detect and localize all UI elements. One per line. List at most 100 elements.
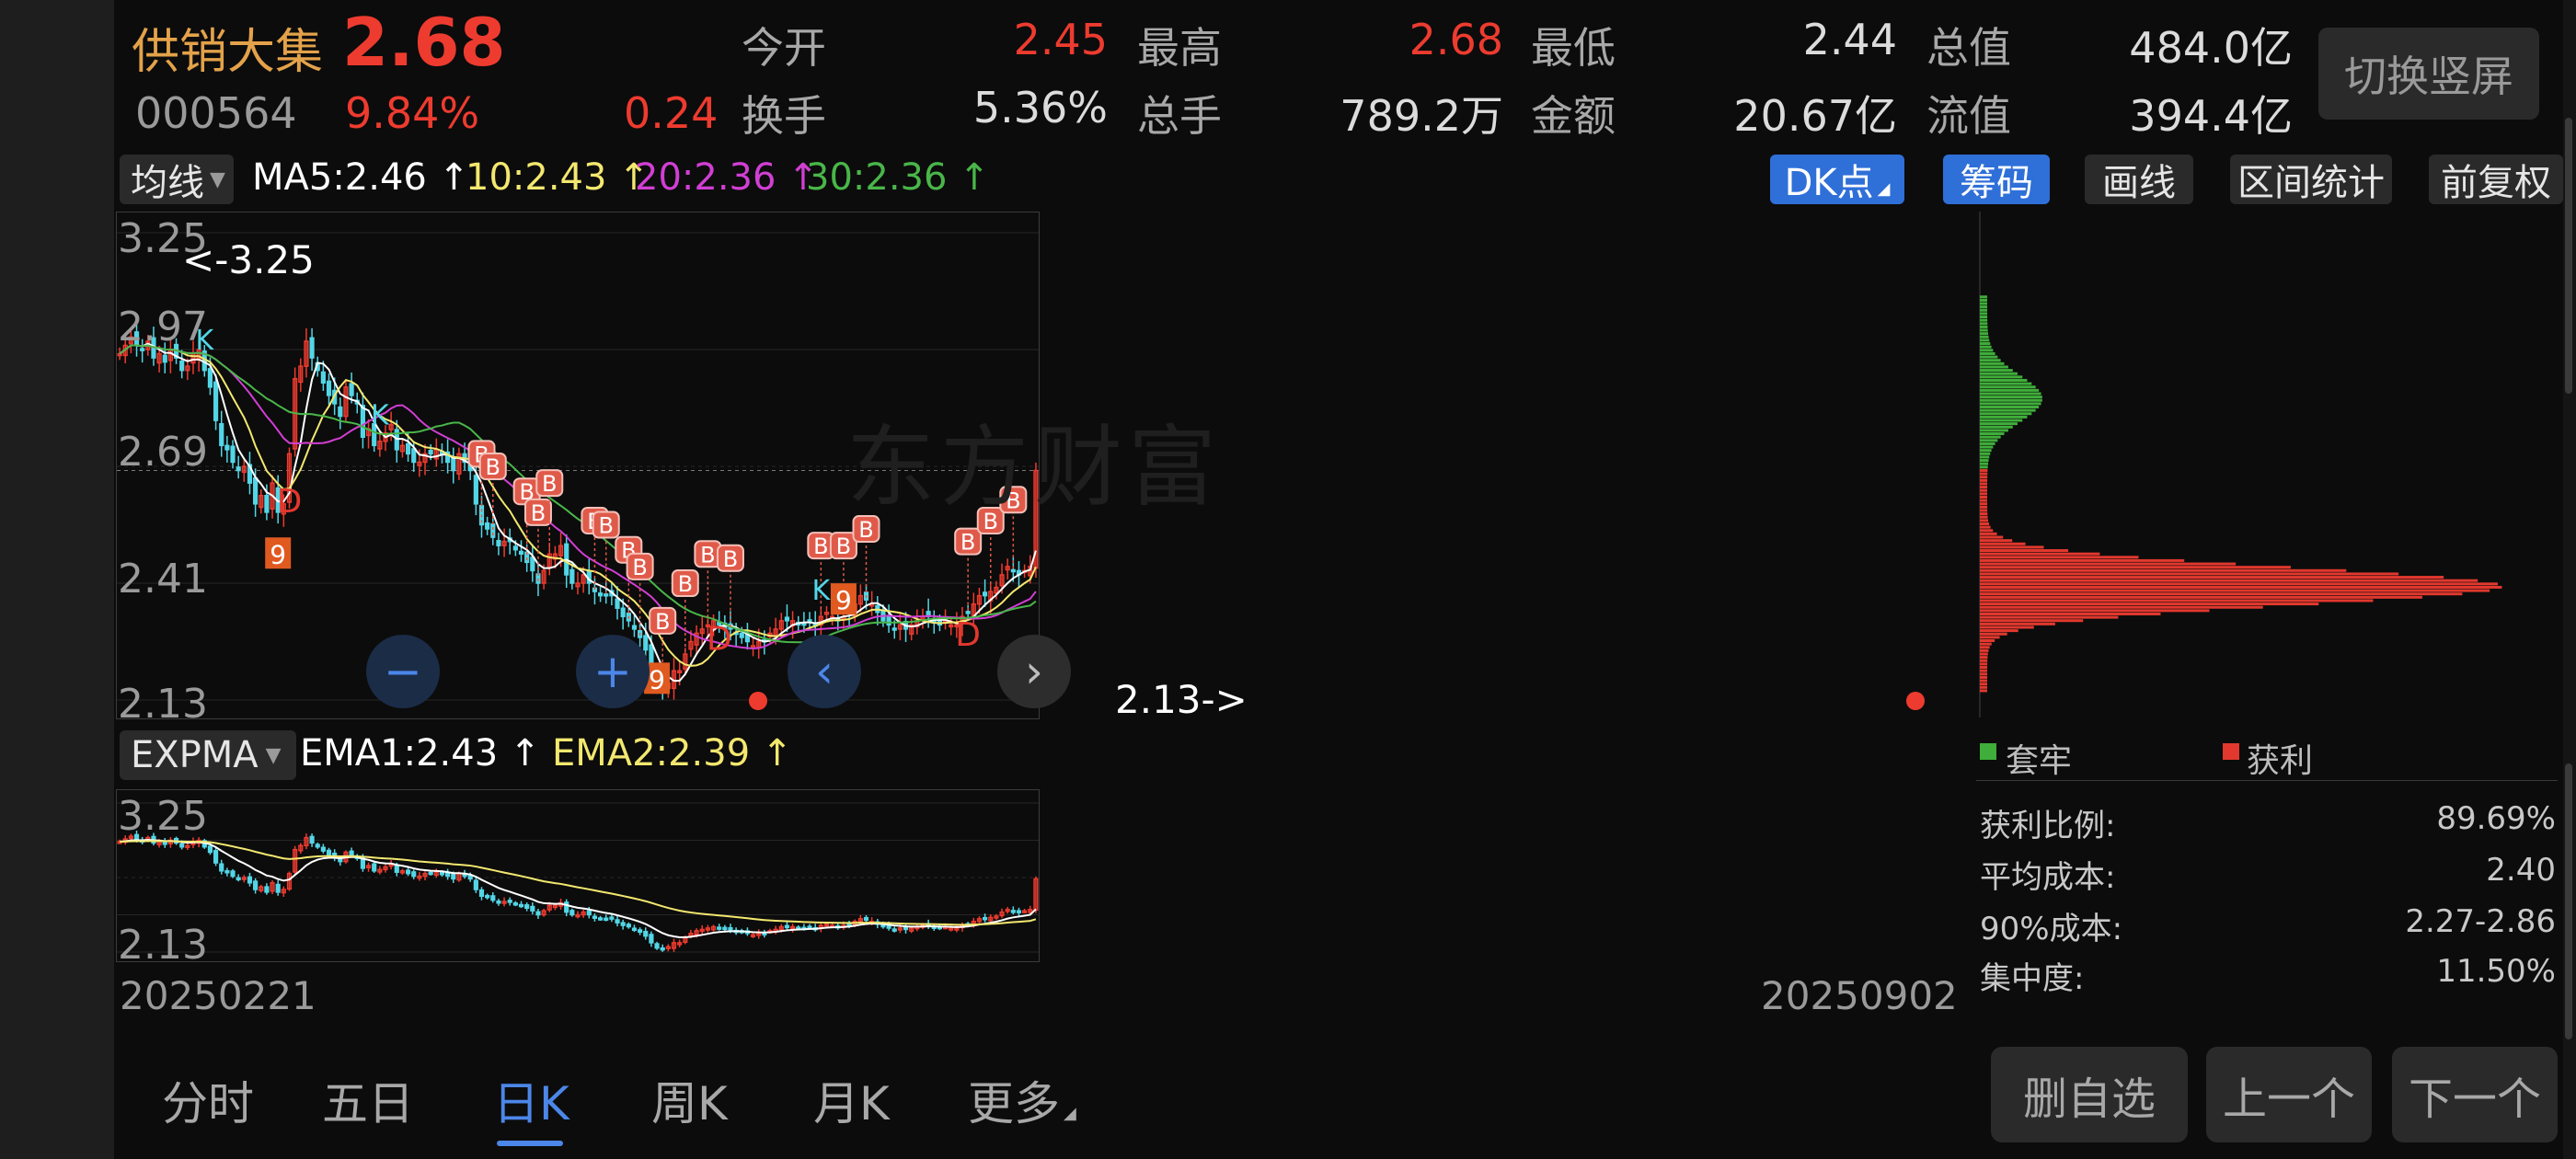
chip-distribution-chart: [1979, 212, 2502, 717]
candle-body: [478, 889, 485, 897]
chip-bar: [1980, 529, 1994, 533]
chip-bar: [1980, 652, 1988, 656]
candle-body: [264, 495, 270, 513]
price-tick-2: 2.97: [118, 304, 208, 350]
chip-bar: [1980, 325, 1988, 328]
chip-bar: [1980, 449, 1992, 453]
watermark: 东方财富: [846, 416, 1222, 519]
candle-body: [620, 607, 626, 618]
b-signal-label: B: [655, 609, 670, 635]
scroll-left-button[interactable]: ‹: [788, 635, 861, 708]
stat-value-mktcap: 484.0亿: [2129, 23, 2293, 73]
tab-daily-k[interactable]: 日K: [493, 1067, 569, 1133]
tab-five-day[interactable]: 五日: [322, 1067, 414, 1133]
chip-bar: [1980, 639, 1995, 642]
minus-icon: −: [384, 645, 422, 698]
chip-bar: [1980, 602, 2319, 606]
chip-bar: [1980, 432, 2005, 436]
b-signal-label: B: [700, 542, 715, 568]
tab-more[interactable]: 更多: [968, 1067, 1060, 1133]
chip-bar: [1980, 468, 1988, 472]
chip-bar: [1980, 609, 2210, 613]
chip-bar: [1980, 685, 1988, 689]
candle-body: [965, 611, 971, 614]
candle-body: [490, 895, 496, 901]
next-button[interactable]: 下一个: [2392, 1047, 2558, 1142]
chip-bar: [1980, 415, 2028, 419]
expma-chart[interactable]: [116, 789, 1040, 962]
candle-body: [236, 877, 241, 881]
chip-bar: [1980, 345, 1992, 349]
chip-bar: [1980, 566, 2291, 569]
chip-bar: [1980, 519, 1989, 522]
chip-bar: [1980, 656, 1988, 660]
trapped-legend: 套牢: [2006, 742, 2073, 780]
ma-selector[interactable]: 均线 ▼: [120, 155, 234, 204]
stock-name: 供销大集: [132, 25, 324, 80]
change-percent: 9.84%: [345, 88, 480, 138]
candle-body: [592, 915, 598, 919]
stat-label-mktcap: 总值: [1926, 23, 2011, 73]
b-signal-marker: B: [954, 527, 983, 556]
chip-bar: [1980, 666, 1988, 670]
candle-body: [451, 456, 456, 472]
candle-body: [473, 475, 478, 505]
candle-body: [518, 903, 524, 908]
stat-label-low: 最低: [1531, 23, 1616, 73]
chip-bar: [1980, 308, 1988, 312]
candle-body: [349, 383, 354, 396]
candle-body: [807, 619, 812, 623]
chip-bar: [1980, 539, 2013, 543]
chip-bar: [1980, 545, 2044, 549]
remove-watchlist-button[interactable]: 删自选: [1991, 1047, 2188, 1142]
candle-body: [264, 886, 270, 893]
b-signal-label: B: [723, 546, 738, 572]
indicator-selector[interactable]: EXPMA ▼: [120, 730, 296, 780]
candle-body: [326, 380, 332, 396]
stat-value-low: 2.44: [1802, 15, 1897, 64]
tab-intraday[interactable]: 分时: [162, 1067, 254, 1133]
chip-bar: [1980, 422, 2018, 426]
previous-button[interactable]: 上一个: [2206, 1047, 2372, 1142]
chip-bar: [1980, 419, 2023, 422]
chips-button[interactable]: 筹码: [1943, 155, 2050, 204]
chip-bar: [1980, 378, 2028, 382]
candle-body: [219, 863, 224, 872]
tab-monthly-k[interactable]: 月K: [813, 1067, 890, 1133]
scrollbar-bottom[interactable]: [2565, 763, 2572, 1039]
chip-bar: [1980, 375, 2023, 379]
candle-body: [569, 568, 575, 584]
chip-bar: [1980, 629, 2018, 633]
chip-bar: [1980, 605, 2263, 609]
candle-body: [275, 883, 281, 893]
scrollbar-top[interactable]: [2565, 118, 2572, 394]
min-price-label: 2.13->: [1115, 677, 1248, 722]
chip-bar: [1980, 662, 1988, 666]
scroll-right-button[interactable]: ›: [997, 635, 1071, 708]
draw-line-button[interactable]: 画线: [2085, 155, 2193, 204]
chip-bar: [1980, 488, 1988, 492]
interval-stats-button[interactable]: 区间统计: [2230, 155, 2392, 204]
candle-body: [615, 598, 620, 609]
forward-adjust-button[interactable]: 前复权: [2429, 155, 2563, 204]
zoom-out-button[interactable]: −: [366, 635, 440, 708]
profit-ratio-label: 获利比例:: [1980, 808, 2116, 844]
chip-bar: [1980, 312, 1988, 316]
chip-bar: [1980, 505, 1988, 509]
d-signal-marker: D: [707, 621, 732, 659]
dk-point-button[interactable]: DK点 ◢: [1770, 155, 1904, 204]
stat-label-amount: 金额: [1531, 91, 1616, 141]
b-signal-label: B: [542, 471, 557, 497]
chip-bar: [1980, 412, 2032, 416]
chip-bar: [1980, 492, 1988, 496]
tab-weekly-k[interactable]: 周K: [651, 1067, 728, 1133]
switch-portrait-button[interactable]: 切换竖屏: [2318, 28, 2539, 120]
date-start: 20250221: [120, 973, 316, 1018]
zoom-in-button[interactable]: +: [576, 635, 650, 708]
dist-divider: [1976, 780, 2558, 781]
chip-bar: [1980, 372, 2018, 375]
candle-body: [649, 934, 654, 944]
ma10-legend: 10:2.43 ↑: [466, 156, 650, 199]
b-signal-label: B: [599, 513, 614, 539]
profit-swatch: [2223, 743, 2239, 760]
